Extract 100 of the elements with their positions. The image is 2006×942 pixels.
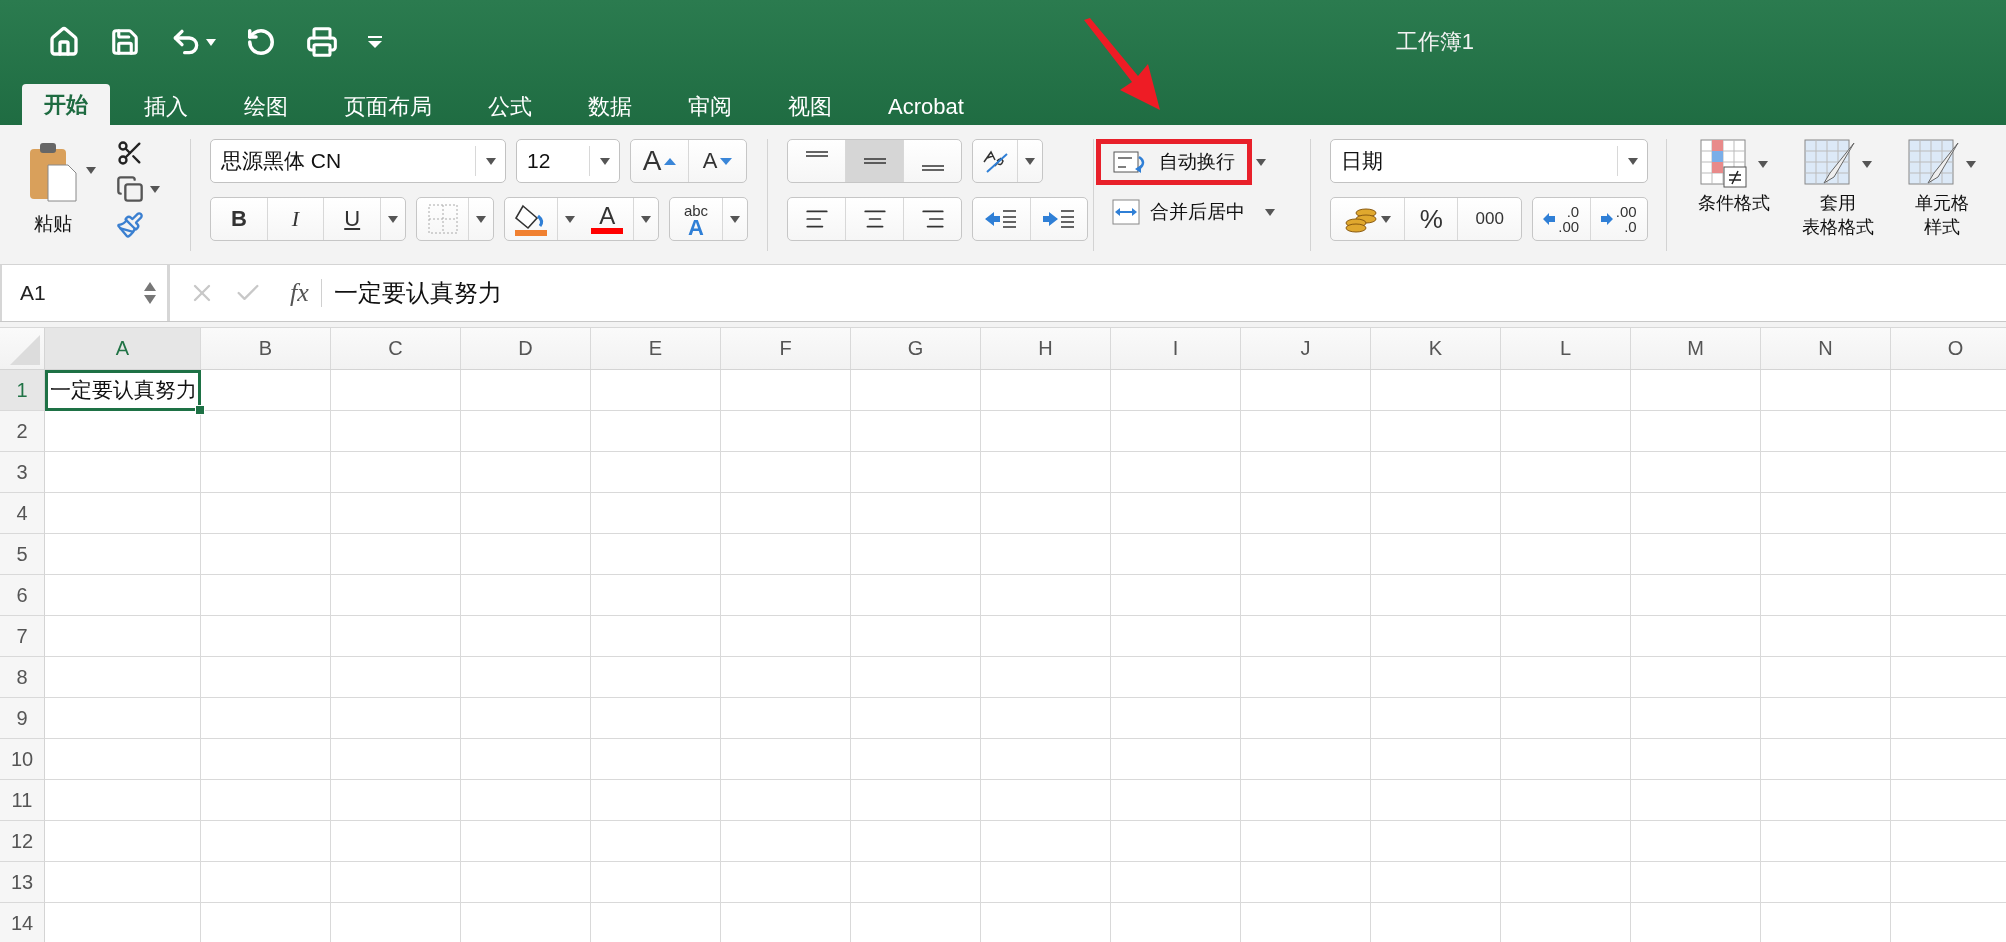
grid-cell[interactable] <box>981 411 1111 452</box>
formula-field[interactable]: 一定要认真努力 <box>333 277 502 309</box>
grid-cell[interactable] <box>331 780 461 821</box>
grid-cell[interactable] <box>201 616 331 657</box>
grid-cell[interactable] <box>201 698 331 739</box>
grid-cell[interactable] <box>1501 616 1631 657</box>
grid-cell[interactable] <box>201 534 331 575</box>
grid-cell[interactable] <box>331 575 461 616</box>
grid-cell[interactable] <box>201 862 331 903</box>
grid-cell[interactable] <box>591 657 721 698</box>
grid-cell[interactable] <box>981 493 1111 534</box>
grid-cell[interactable] <box>591 616 721 657</box>
fill-handle[interactable] <box>195 405 205 415</box>
grid-cell[interactable] <box>981 534 1111 575</box>
grid-cell[interactable] <box>851 370 981 411</box>
grid-cell[interactable] <box>981 698 1111 739</box>
ribbon-tab[interactable]: 公式 <box>466 89 554 125</box>
grid-cell[interactable] <box>721 862 851 903</box>
grid-cell[interactable] <box>1111 657 1241 698</box>
ribbon-tab[interactable]: 插入 <box>122 89 210 125</box>
grid-cell[interactable] <box>461 370 591 411</box>
grid-cell[interactable] <box>851 616 981 657</box>
grid-cell[interactable] <box>1111 616 1241 657</box>
grid-cell[interactable] <box>1761 452 1891 493</box>
grid-cell[interactable] <box>1371 493 1501 534</box>
grid-cell[interactable] <box>1501 411 1631 452</box>
grid-cell[interactable] <box>1761 780 1891 821</box>
grid-cell[interactable] <box>1241 575 1371 616</box>
column-header[interactable]: H <box>981 328 1111 369</box>
grid-cell[interactable] <box>1501 575 1631 616</box>
grid-cell[interactable] <box>981 739 1111 780</box>
grid-cell[interactable] <box>591 575 721 616</box>
grid-cell[interactable] <box>981 657 1111 698</box>
row-header[interactable]: 1 <box>0 370 45 411</box>
column-header[interactable]: K <box>1371 328 1501 369</box>
grid-cell[interactable] <box>1371 616 1501 657</box>
ribbon-tab[interactable]: 开始 <box>22 84 110 125</box>
function-label[interactable]: fx <box>290 278 309 308</box>
styles-button[interactable]: 单元格 样式 <box>1894 139 1990 237</box>
grid-cell[interactable] <box>1631 370 1761 411</box>
ribbon-tab[interactable]: 绘图 <box>222 89 310 125</box>
column-header[interactable]: M <box>1631 328 1761 369</box>
grid-cell[interactable] <box>1371 370 1501 411</box>
copy-button[interactable] <box>116 175 160 203</box>
merge-center-button[interactable]: 合并后居中 <box>1096 191 1261 233</box>
grid-cell[interactable] <box>45 657 201 698</box>
column-header[interactable]: L <box>1501 328 1631 369</box>
grid-cell[interactable] <box>721 534 851 575</box>
grid-cell[interactable] <box>1631 739 1761 780</box>
grid-cell[interactable] <box>331 534 461 575</box>
grid-cell[interactable] <box>1111 534 1241 575</box>
grid-cell[interactable] <box>1241 370 1371 411</box>
grid-cell[interactable] <box>201 780 331 821</box>
grid-cell[interactable] <box>1111 452 1241 493</box>
grid-cell[interactable] <box>45 575 201 616</box>
grid-cell[interactable] <box>1761 493 1891 534</box>
grid-cell[interactable] <box>851 862 981 903</box>
grid-cell[interactable] <box>851 534 981 575</box>
grid-cell[interactable] <box>1761 657 1891 698</box>
row-header[interactable]: 4 <box>0 493 45 534</box>
ribbon-tab[interactable]: 页面布局 <box>322 89 454 125</box>
paste-button[interactable]: 粘贴 <box>28 141 78 237</box>
grid-cell[interactable] <box>331 616 461 657</box>
grid-cell[interactable] <box>1111 821 1241 862</box>
grid-cell[interactable] <box>201 411 331 452</box>
grid-cell[interactable] <box>851 411 981 452</box>
grid-cell[interactable] <box>1371 657 1501 698</box>
column-header[interactable]: E <box>591 328 721 369</box>
grid-cell[interactable] <box>331 411 461 452</box>
column-header[interactable]: D <box>461 328 591 369</box>
grid-cell[interactable] <box>1241 821 1371 862</box>
grid-cell[interactable] <box>721 411 851 452</box>
grid-cell[interactable] <box>591 739 721 780</box>
grid-cell[interactable] <box>1371 821 1501 862</box>
grid-cell[interactable] <box>721 657 851 698</box>
styles-button[interactable]: 条件格式 <box>1686 139 1782 213</box>
font-color-button[interactable]: A <box>581 198 634 240</box>
grid-cell[interactable] <box>1631 493 1761 534</box>
save-button[interactable] <box>110 27 140 57</box>
decrease-decimal-button[interactable]: .00 .0 <box>1590 198 1647 240</box>
grid-cell[interactable] <box>721 575 851 616</box>
grid-cell[interactable] <box>721 698 851 739</box>
print-button[interactable] <box>306 26 338 58</box>
grid-cell[interactable] <box>1761 616 1891 657</box>
grid-cell[interactable] <box>1371 739 1501 780</box>
grid-cell[interactable] <box>461 452 591 493</box>
grid-cell[interactable] <box>45 493 201 534</box>
increase-decimal-button[interactable]: .0 .00 <box>1533 198 1591 240</box>
grid-cell[interactable] <box>1631 411 1761 452</box>
grid-cell[interactable] <box>331 698 461 739</box>
grid-cell[interactable] <box>1111 739 1241 780</box>
row-header[interactable]: 5 <box>0 534 45 575</box>
grid-cell[interactable] <box>461 493 591 534</box>
grid-cell[interactable] <box>1371 780 1501 821</box>
grid-cell[interactable] <box>591 821 721 862</box>
grid-cell[interactable] <box>721 821 851 862</box>
percent-button[interactable]: % <box>1405 198 1459 240</box>
grid-cell[interactable] <box>461 739 591 780</box>
column-header[interactable]: N <box>1761 328 1891 369</box>
grid-cell[interactable] <box>201 657 331 698</box>
